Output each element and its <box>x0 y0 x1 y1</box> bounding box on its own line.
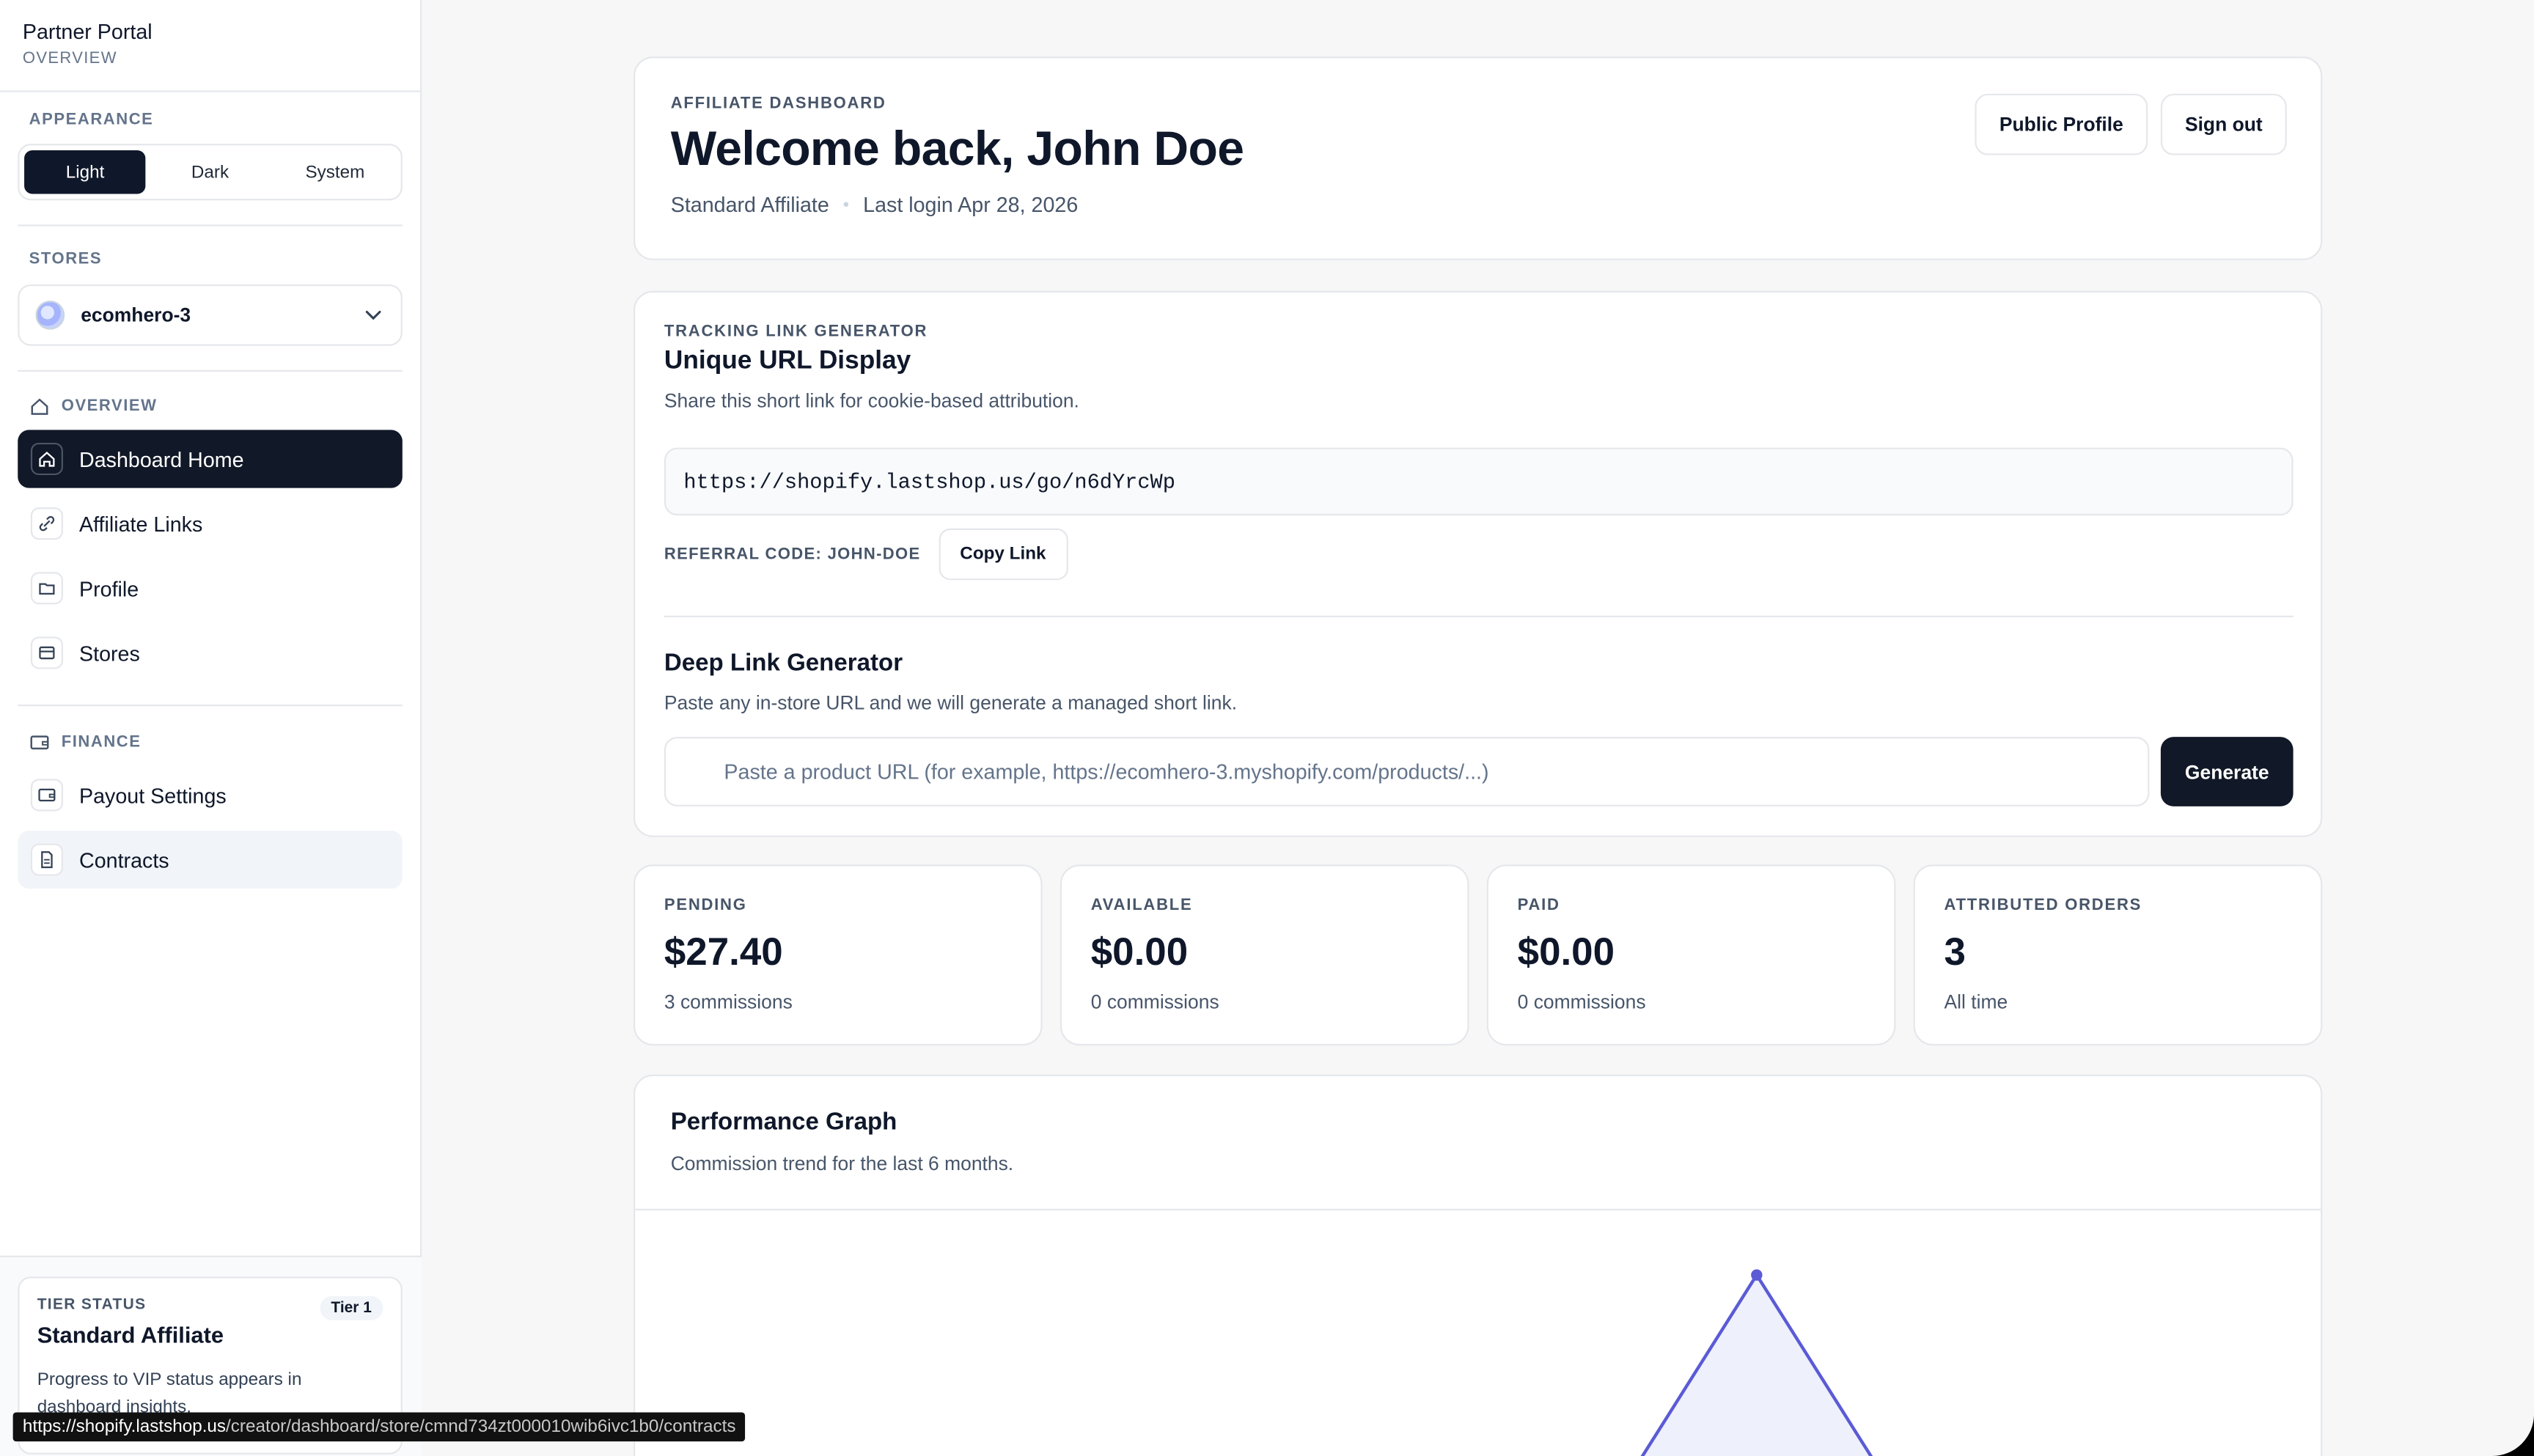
product-url-input[interactable]: Paste a product URL (for example, https:… <box>664 737 2150 806</box>
store-name: ecomhero-3 <box>81 304 191 327</box>
theme-light-button[interactable]: Light <box>24 150 147 194</box>
stat-subtext: 0 commissions <box>1090 990 1219 1014</box>
stat-label: ATTRIBUTED ORDERS <box>1944 897 2142 915</box>
sidebar-item-label: Contracts <box>79 848 169 872</box>
last-login: Last login Apr 28, 2026 <box>863 192 1079 217</box>
sidebar-item-label: Payout Settings <box>79 782 227 807</box>
generate-button[interactable]: Generate <box>2160 737 2294 806</box>
chevron-down-icon <box>365 310 381 320</box>
chart-area <box>1642 1275 1871 1456</box>
app-subtitle: OVERVIEW <box>22 50 117 68</box>
sidebar-item-affiliate-links[interactable]: Affiliate Links <box>18 494 403 552</box>
link-icon <box>30 507 63 540</box>
public-profile-button[interactable]: Public Profile <box>1975 93 2148 155</box>
folder-icon <box>30 572 63 605</box>
app-root: Partner Portal OVERVIEW APPEARANCE Light… <box>0 0 2534 1456</box>
divider <box>664 615 2294 618</box>
account-meta: Standard Affiliate Last login Apr 28, 20… <box>671 192 2285 216</box>
divider <box>18 369 403 372</box>
stat-card-available: AVAILABLE $0.00 0 commissions <box>1059 864 1469 1046</box>
home-icon <box>31 398 48 415</box>
performance-subtitle: Commission trend for the last 6 months. <box>670 1152 1014 1175</box>
referral-code: REFERRAL CODE: JOHN-DOE <box>664 545 921 564</box>
wallet-icon <box>30 735 49 750</box>
stat-subtext: 0 commissions <box>1517 990 1646 1014</box>
copy-link-button[interactable]: Copy Link <box>938 528 1068 581</box>
wallet-icon <box>30 779 63 812</box>
tracking-subtitle: Share this short link for cookie-based a… <box>664 389 1079 413</box>
divider <box>18 224 403 227</box>
store-icon <box>30 636 63 669</box>
tracking-title: Unique URL Display <box>664 347 911 375</box>
performance-title: Performance Graph <box>670 1108 897 1136</box>
sidebar-item-label: Profile <box>79 576 139 600</box>
sidebar-item-label: Affiliate Links <box>79 511 203 536</box>
performance-card: Performance Graph Commission trend for t… <box>634 1074 2323 1456</box>
nav-group-finance: FINANCE <box>29 732 142 754</box>
sidebar-item-stores[interactable]: Stores <box>18 624 403 682</box>
sidebar-brand: Partner Portal OVERVIEW <box>0 0 421 92</box>
stat-card-attributed-orders: ATTRIBUTED ORDERS 3 All time <box>1913 864 2323 1046</box>
stat-value: $0.00 <box>1517 930 1615 975</box>
sidebar: Partner Portal OVERVIEW APPEARANCE Light… <box>0 0 422 1456</box>
app-title: Partner Portal <box>22 19 153 44</box>
appearance-toggle: Light Dark System <box>18 144 403 201</box>
welcome-card: AFFILIATE DASHBOARD Welcome back, John D… <box>634 56 2323 260</box>
performance-chart <box>1640 1269 1873 1456</box>
home-icon <box>30 442 63 476</box>
store-globe-icon <box>35 300 65 330</box>
performance-header: Performance Graph Commission trend for t… <box>635 1076 2321 1210</box>
stat-card-pending: PENDING $27.40 3 commissions <box>634 864 1043 1046</box>
divider <box>18 705 403 707</box>
tracking-eyebrow: TRACKING LINK GENERATOR <box>664 323 928 342</box>
stat-value: $0.00 <box>1090 930 1189 975</box>
sidebar-item-dashboard-home[interactable]: Dashboard Home <box>18 430 403 488</box>
nav-group-overview: OVERVIEW <box>29 396 158 417</box>
deep-link-title: Deep Link Generator <box>664 650 903 677</box>
tracking-url[interactable]: https://shopify.lastshop.us/go/n6dYrcWp <box>664 447 2294 516</box>
app-window: Partner Portal OVERVIEW APPEARANCE Light… <box>0 0 2534 1456</box>
sidebar-item-payout-settings[interactable]: Payout Settings <box>18 766 403 824</box>
stat-card-paid: PAID $0.00 0 commissions <box>1486 864 1896 1046</box>
sign-out-button[interactable]: Sign out <box>2160 93 2287 155</box>
store-selector[interactable]: ecomhero-3 <box>18 284 403 346</box>
stat-subtext: 3 commissions <box>664 990 793 1014</box>
sidebar-item-contracts[interactable]: Contracts <box>18 830 403 889</box>
tier-badge: Tier 1 <box>319 1295 383 1320</box>
link-hover-status: https://shopify.lastshop.us/creator/dash… <box>12 1412 746 1442</box>
theme-dark-button[interactable]: Dark <box>150 150 271 194</box>
stat-label: PENDING <box>664 897 747 915</box>
sidebar-item-profile[interactable]: Profile <box>18 559 403 617</box>
sidebar-item-label: Stores <box>79 640 140 666</box>
stores-label: STORES <box>29 250 103 268</box>
tier-title: Standard Affiliate <box>37 1322 224 1348</box>
theme-system-button[interactable]: System <box>274 150 396 194</box>
referral-row: REFERRAL CODE: JOHN-DOE Copy Link <box>664 528 1068 581</box>
status-url-host: https://shopify.lastshop.us <box>22 1417 227 1437</box>
separator-dot <box>843 202 849 207</box>
stat-value: 3 <box>1944 930 1966 975</box>
nav-group-finance-label: FINANCE <box>61 733 142 751</box>
stat-label: AVAILABLE <box>1090 897 1193 915</box>
stat-label: PAID <box>1517 897 1560 915</box>
appearance-label: APPEARANCE <box>29 111 154 130</box>
sidebar-item-label: Dashboard Home <box>79 446 244 471</box>
tier-name: Standard Affiliate <box>670 192 829 217</box>
stat-subtext: All time <box>1944 990 2008 1014</box>
deep-link-subtitle: Paste any in-store URL and we will gener… <box>664 691 1238 715</box>
stat-value: $27.40 <box>664 930 783 975</box>
tracking-link-card: TRACKING LINK GENERATOR Unique URL Displ… <box>634 290 2323 837</box>
chart-point <box>1751 1269 1763 1281</box>
document-icon <box>30 843 63 876</box>
nav-group-overview-label: OVERVIEW <box>61 397 158 416</box>
status-url-path: /creator/dashboard/store/cmnd734zt000010… <box>226 1417 736 1437</box>
